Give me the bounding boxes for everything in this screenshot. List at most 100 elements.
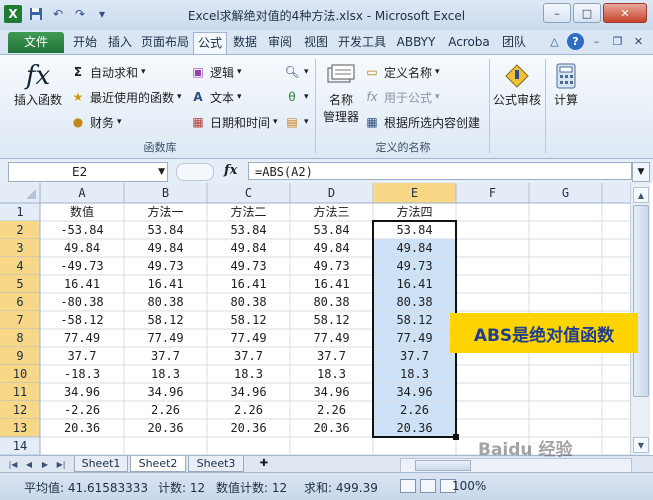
cell-a11[interactable]: 34.96 (64, 385, 100, 399)
formula-auditing-button[interactable]: 公式审核 (492, 61, 542, 108)
cell-d12[interactable]: 2.26 (317, 403, 346, 417)
tab-file[interactable]: 文件 (8, 32, 64, 53)
cell-e5[interactable]: 16.41 (396, 277, 432, 291)
last-sheet-icon[interactable]: ▶| (54, 458, 68, 470)
cell-b2[interactable]: 53.84 (147, 223, 183, 237)
header-cell-d[interactable]: 方法三 (313, 204, 349, 219)
cell-e11[interactable]: 34.96 (396, 385, 432, 399)
text-button[interactable]: A 文本 ▾ (190, 88, 241, 106)
doc-minimize-icon[interactable]: – (588, 33, 605, 50)
cell-a5[interactable]: 16.41 (64, 277, 100, 291)
zoom-level[interactable]: 100% (452, 479, 486, 493)
cell-a6[interactable]: -80.38 (60, 295, 103, 309)
first-sheet-icon[interactable]: |◀ (6, 458, 20, 470)
vertical-scroll-thumb[interactable] (633, 205, 649, 397)
help-icon[interactable]: ? (567, 33, 584, 50)
cell-c4[interactable]: 49.73 (230, 259, 266, 273)
cell-e7[interactable]: 58.12 (396, 313, 432, 327)
cell-a12[interactable]: -2.26 (64, 403, 100, 417)
cell-b8[interactable]: 77.49 (147, 331, 183, 345)
cell-d5[interactable]: 16.41 (313, 277, 349, 291)
cell-c2[interactable]: 53.84 (230, 223, 266, 237)
cell-e2[interactable]: 53.84 (396, 223, 432, 237)
cell-a7[interactable]: -58.12 (60, 313, 103, 327)
row-header-8[interactable]: 8 (16, 331, 23, 345)
cell-c12[interactable]: 2.26 (234, 403, 263, 417)
cell-e10[interactable]: 18.3 (400, 367, 429, 381)
cell-b7[interactable]: 58.12 (147, 313, 183, 327)
cell-b5[interactable]: 16.41 (147, 277, 183, 291)
create-from-selection-button[interactable]: ▦ 根据所选内容创建 (364, 113, 480, 131)
cell-b6[interactable]: 80.38 (147, 295, 183, 309)
row-header-9[interactable]: 9 (16, 349, 23, 363)
tab-review[interactable]: 审阅 (263, 32, 297, 53)
cell-b3[interactable]: 49.84 (147, 241, 183, 255)
collapse-ribbon-icon[interactable]: △ (546, 33, 563, 50)
row-header-5[interactable]: 5 (16, 277, 23, 291)
horizontal-scrollbar[interactable] (400, 458, 632, 473)
row-header-11[interactable]: 11 (13, 385, 27, 399)
cell-b4[interactable]: 49.73 (147, 259, 183, 273)
cell-d10[interactable]: 18.3 (317, 367, 346, 381)
cell-d4[interactable]: 49.73 (313, 259, 349, 273)
scroll-down-arrow-icon[interactable]: ▼ (633, 437, 649, 453)
recent-functions-button[interactable]: ★ 最近使用的函数 ▾ (70, 88, 182, 106)
cell-b11[interactable]: 34.96 (147, 385, 183, 399)
cell-e8[interactable]: 77.49 (396, 331, 432, 345)
cell-a8[interactable]: 77.49 (64, 331, 100, 345)
tab-acrobat[interactable]: Acroba (444, 32, 494, 53)
next-sheet-icon[interactable]: ▶ (38, 458, 52, 470)
name-manager-button[interactable]: 名称 管理器 (318, 61, 364, 125)
close-button[interactable]: ✕ (603, 3, 647, 23)
scroll-up-arrow-icon[interactable]: ▲ (633, 187, 649, 203)
column-header-b[interactable]: B (162, 186, 169, 200)
row-header-14[interactable]: 14 (13, 439, 27, 453)
doc-close-icon[interactable]: ✕ (630, 33, 647, 50)
cell-a3[interactable]: 49.84 (64, 241, 100, 255)
cell-d3[interactable]: 49.84 (313, 241, 349, 255)
tab-insert[interactable]: 插入 (104, 32, 136, 53)
autosum-button[interactable]: Σ 自动求和 ▾ (70, 63, 146, 81)
use-in-formula-button[interactable]: fx 用于公式 ▾ (364, 88, 439, 106)
doc-restore-icon[interactable]: ❐ (609, 33, 626, 50)
logical-button[interactable]: ▣ 逻辑 ▾ (190, 63, 241, 81)
cell-c3[interactable]: 49.84 (230, 241, 266, 255)
fill-handle[interactable] (453, 434, 459, 440)
minimize-button[interactable]: – (543, 3, 571, 23)
row-header-4[interactable]: 4 (16, 259, 23, 273)
insert-function-fx-button[interactable]: fx (224, 163, 237, 178)
cell-d7[interactable]: 58.12 (313, 313, 349, 327)
cell-b10[interactable]: 18.3 (151, 367, 180, 381)
cell-d6[interactable]: 80.38 (313, 295, 349, 309)
calculation-button[interactable]: 计算 (548, 61, 584, 108)
cell-e3[interactable]: 49.84 (396, 241, 432, 255)
row-header-13[interactable]: 13 (13, 421, 27, 435)
datetime-button[interactable]: ▦ 日期和时间 ▾ (190, 113, 277, 131)
cell-c10[interactable]: 18.3 (234, 367, 263, 381)
row-header-2[interactable]: 2 (16, 223, 23, 237)
maximize-button[interactable]: □ (573, 3, 601, 23)
header-cell-c[interactable]: 方法二 (230, 204, 266, 219)
cell-a13[interactable]: 20.36 (64, 421, 100, 435)
row-header-3[interactable]: 3 (16, 241, 23, 255)
tab-home[interactable]: 开始 (68, 32, 102, 53)
cell-d13[interactable]: 20.36 (313, 421, 349, 435)
tab-abbyy[interactable]: ABBYY (392, 32, 440, 53)
column-header-d[interactable]: D (328, 186, 335, 200)
horizontal-scroll-thumb[interactable] (415, 460, 471, 471)
tab-team[interactable]: 团队 (498, 32, 530, 53)
column-header-e[interactable]: E (411, 186, 418, 200)
cell-d8[interactable]: 77.49 (313, 331, 349, 345)
tab-view[interactable]: 视图 (299, 32, 333, 53)
formula-input[interactable]: =ABS(A2) (248, 162, 632, 180)
row-header-12[interactable]: 12 (13, 403, 27, 417)
cell-c9[interactable]: 37.7 (234, 349, 263, 363)
insert-sheet-icon[interactable]: ✚ (256, 456, 272, 471)
column-header-f[interactable]: F (489, 186, 496, 200)
cell-e12[interactable]: 2.26 (400, 403, 429, 417)
cell-b9[interactable]: 37.7 (151, 349, 180, 363)
expand-formula-bar-icon[interactable]: ▼ (632, 162, 650, 182)
page-layout-view-icon[interactable] (420, 479, 436, 493)
column-header-c[interactable]: C (245, 186, 252, 200)
define-name-button[interactable]: ▭ 定义名称 ▾ (364, 63, 439, 81)
